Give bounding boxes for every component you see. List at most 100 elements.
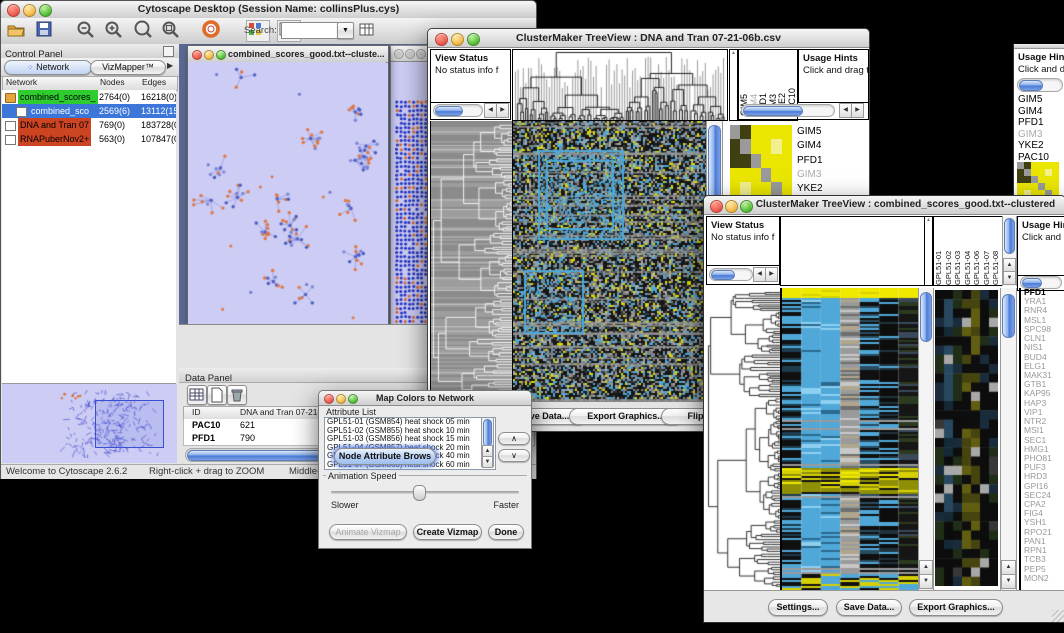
save-data-button[interactable]: Save Data... xyxy=(836,599,902,616)
column-label[interactable]: GPL51-02 (GSM855) xyxy=(944,217,954,285)
node-attribute-browser-button[interactable]: Node Attribute Brows xyxy=(334,448,436,465)
settings-button[interactable]: Settings... xyxy=(768,599,828,616)
export-graphics-button[interactable]: Export Graphics... xyxy=(909,599,1003,616)
tab-network[interactable]: ⁘ Network xyxy=(4,60,92,75)
network-table-row[interactable]: DNA and Tran 07769(0)183728(0) xyxy=(2,118,176,132)
gene-label[interactable]: YKE2 xyxy=(1018,140,1049,152)
close-button[interactable] xyxy=(192,50,202,60)
column-label[interactable]: GPL51-01 (GSM854) xyxy=(934,217,944,285)
scroll-up-icon[interactable]: ▲ xyxy=(919,560,933,575)
attribute-list-vscrollbar[interactable]: ▲ ▼ xyxy=(481,418,494,467)
hscroll-thumb[interactable] xyxy=(1019,80,1043,91)
tab-overflow-icon[interactable]: ▶ xyxy=(167,61,173,70)
hscroll-thumb[interactable] xyxy=(435,106,463,116)
heatmap-vscrollbar[interactable]: ▲ ▼ xyxy=(918,288,934,590)
col-network[interactable]: Network xyxy=(6,77,37,87)
minimize-button[interactable] xyxy=(23,4,36,17)
delete-attribute-button[interactable] xyxy=(227,385,247,405)
scroll-down-icon[interactable]: ▼ xyxy=(482,456,493,468)
zoom-button[interactable] xyxy=(416,49,426,59)
search-dropdown-button[interactable]: ▼ xyxy=(337,22,354,39)
zoom-button[interactable] xyxy=(740,200,753,213)
move-up-button[interactable]: ∧ xyxy=(498,432,530,445)
select-attributes-button[interactable] xyxy=(187,385,207,405)
row-dendrogram-canvas[interactable] xyxy=(706,288,782,590)
column-label[interactable]: GPL51-08 (GSM872) xyxy=(991,217,1001,285)
tab-vizmapper[interactable]: VizMapper™ xyxy=(90,60,166,75)
main-titlebar[interactable]: Cytoscape Desktop (Session Name: collins… xyxy=(1,1,536,19)
scroll-right-icon[interactable]: ▶ xyxy=(851,103,864,118)
minimize-button[interactable] xyxy=(451,33,464,46)
zoom-fit-icon[interactable] xyxy=(133,20,155,40)
zoom-button[interactable] xyxy=(216,50,226,60)
hscrollbar[interactable] xyxy=(1017,78,1063,92)
dense-network-canvas[interactable] xyxy=(395,100,429,340)
main-heatmap-canvas[interactable] xyxy=(782,288,918,590)
col-edges[interactable]: Edges xyxy=(142,77,166,87)
col-id[interactable]: ID xyxy=(192,407,201,417)
done-button[interactable]: Done xyxy=(488,524,524,540)
zoom-in-icon[interactable] xyxy=(104,20,126,40)
col-nodes[interactable]: Nodes xyxy=(100,77,125,87)
minimize-button[interactable] xyxy=(405,49,415,59)
vscroll-thumb[interactable] xyxy=(1004,218,1015,254)
import-table-icon[interactable] xyxy=(358,21,380,41)
scroll-up-icon[interactable]: ▲ xyxy=(1003,258,1016,272)
row-gene-label[interactable]: GIM4 xyxy=(797,139,865,153)
zoom-vscrollbar[interactable]: ▲ ▼ xyxy=(1000,288,1017,590)
open-session-button[interactable] xyxy=(6,20,28,40)
row-gene-label[interactable]: PFD1 xyxy=(797,154,865,168)
column-label[interactable]: GPL51-04 (GSM857) xyxy=(963,217,973,285)
gene-label[interactable]: GIM4 xyxy=(1018,106,1049,118)
network-table-row[interactable]: combined_scores_2764(0)16218(0) xyxy=(2,90,176,104)
scroll-up-icon[interactable]: ▲ xyxy=(731,50,736,56)
network-table-row[interactable]: RNAPuberNov2+563(0)107847(0) xyxy=(2,132,176,146)
float-panel-icon[interactable] xyxy=(163,46,174,57)
speed-slider-thumb[interactable] xyxy=(413,485,426,501)
gene-label[interactable]: MON2 xyxy=(1024,574,1064,583)
vscroll-thumb[interactable] xyxy=(1002,294,1015,338)
close-button[interactable] xyxy=(7,4,20,17)
create-attribute-button[interactable] xyxy=(207,385,227,405)
minimize-button[interactable] xyxy=(725,200,738,213)
save-session-button[interactable] xyxy=(34,20,56,40)
column-label[interactable]: GPL51-06 (GSM865) xyxy=(972,217,982,285)
gene-label[interactable]: PFD1 xyxy=(1018,117,1049,129)
close-button[interactable] xyxy=(394,49,404,59)
column-dendrogram-canvas[interactable] xyxy=(512,49,728,121)
search-input[interactable] xyxy=(281,22,339,39)
row-dendrogram-canvas[interactable] xyxy=(430,121,513,402)
animate-vizmap-button[interactable]: Animate Vizmap xyxy=(329,524,407,540)
labels-vscrollbar[interactable]: ▲ ▼ xyxy=(1002,216,1017,286)
close-button[interactable] xyxy=(435,33,448,46)
minimize-button[interactable] xyxy=(336,394,346,404)
network-overview-panel[interactable] xyxy=(2,384,177,463)
create-vizmap-button[interactable]: Create Vizmap xyxy=(413,524,482,540)
zoom-heatmap-canvas[interactable] xyxy=(935,290,998,586)
hscroll-thumb[interactable] xyxy=(743,106,803,116)
zoom-button[interactable] xyxy=(348,394,358,404)
hscroll-thumb[interactable] xyxy=(711,270,735,280)
scroll-right-icon[interactable]: ▶ xyxy=(496,103,509,118)
scroll-up-icon[interactable]: ▲ xyxy=(926,217,931,223)
scroll-up-icon[interactable]: ▲ xyxy=(1001,560,1016,575)
zoom-button[interactable] xyxy=(467,33,480,46)
move-down-button[interactable]: ∨ xyxy=(498,449,530,462)
vscroll-thumb[interactable] xyxy=(483,419,492,447)
scroll-down-icon[interactable]: ▼ xyxy=(1001,574,1016,589)
vscroll-thumb[interactable] xyxy=(920,292,932,342)
row-gene-label[interactable]: GIM5 xyxy=(797,125,865,139)
scroll-down-icon[interactable]: ▼ xyxy=(1003,271,1016,285)
resize-grip[interactable] xyxy=(1052,610,1064,622)
minimize-button[interactable] xyxy=(204,50,214,60)
zoom-out-icon[interactable] xyxy=(76,20,98,40)
gene-label[interactable]: GIM3 xyxy=(1018,129,1049,141)
hscroll-thumb[interactable] xyxy=(1022,278,1042,288)
scroll-down-icon[interactable]: ▼ xyxy=(919,574,933,589)
column-label[interactable]: GPL51-07 (GSM868) xyxy=(982,217,992,285)
column-label[interactable]: GPL51-03 (GSM856) xyxy=(953,217,963,285)
overview-selection-rect[interactable] xyxy=(95,400,164,448)
zoom-selected-icon[interactable] xyxy=(161,20,183,40)
row-gene-label[interactable]: GIM3 xyxy=(797,168,865,182)
help-lifesaver-icon[interactable] xyxy=(201,20,223,40)
